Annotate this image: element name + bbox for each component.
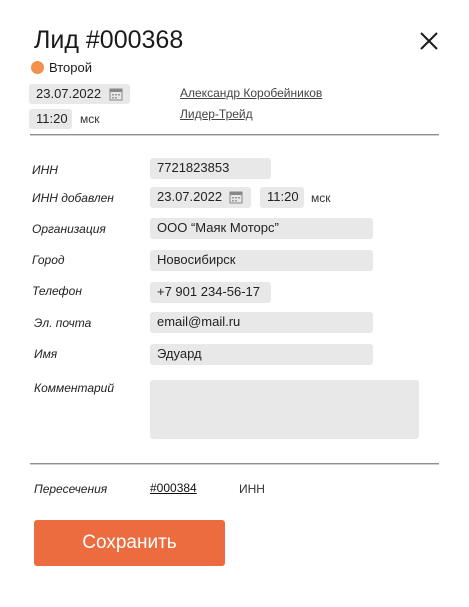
inn-added-label: ИНН добавлен: [32, 191, 114, 205]
email-label: Эл. почта: [34, 316, 92, 330]
save-button[interactable]: Сохранить: [34, 520, 225, 566]
page-title: Лид #000368: [34, 26, 184, 54]
intersection-lead-link[interactable]: #000384: [150, 481, 197, 496]
name-field[interactable]: Эдуард: [150, 344, 373, 365]
comment-label: Комментарий: [34, 381, 115, 395]
inn-added-date-value: 23.07.2022: [157, 189, 223, 204]
inn-added-timezone: мск: [311, 191, 331, 205]
status-dot-icon: [31, 61, 44, 74]
date-value: 23.07.2022: [36, 86, 102, 101]
contact-person-link[interactable]: Александр Коробейников: [180, 86, 322, 101]
name-label: Имя: [34, 347, 58, 361]
org-label: Организация: [32, 222, 106, 236]
calendar-icon[interactable]: [109, 87, 123, 101]
org-field[interactable]: ООО “Маяк Моторс”: [150, 218, 373, 239]
date-field[interactable]: 23.07.2022: [29, 84, 130, 104]
inn-field[interactable]: 7721823853: [150, 158, 271, 179]
inn-label: ИНН: [32, 163, 58, 177]
inn-added-time-field[interactable]: 11:20: [260, 187, 304, 208]
time-field[interactable]: 11:20: [29, 109, 72, 129]
inn-added-date-field[interactable]: 23.07.2022: [150, 187, 251, 208]
phone-label: Телефон: [32, 284, 82, 298]
company-link[interactable]: Лидер-Трейд: [180, 107, 253, 122]
comment-textarea[interactable]: [150, 380, 419, 439]
status-label: Второй: [49, 60, 92, 75]
city-field[interactable]: Новосибирск: [150, 250, 373, 271]
intersection-type: ИНН: [239, 482, 265, 496]
intersections-label: Пересечения: [34, 482, 108, 496]
calendar-icon[interactable]: [229, 190, 243, 204]
time-value: 11:20: [36, 111, 68, 126]
close-icon[interactable]: [418, 30, 440, 52]
email-field[interactable]: email@mail.ru: [150, 312, 373, 333]
timezone-label: мск: [80, 112, 100, 126]
divider: [30, 463, 439, 464]
phone-field[interactable]: +7 901 234-56-17: [150, 282, 271, 303]
city-label: Город: [32, 253, 65, 267]
divider: [30, 134, 439, 135]
